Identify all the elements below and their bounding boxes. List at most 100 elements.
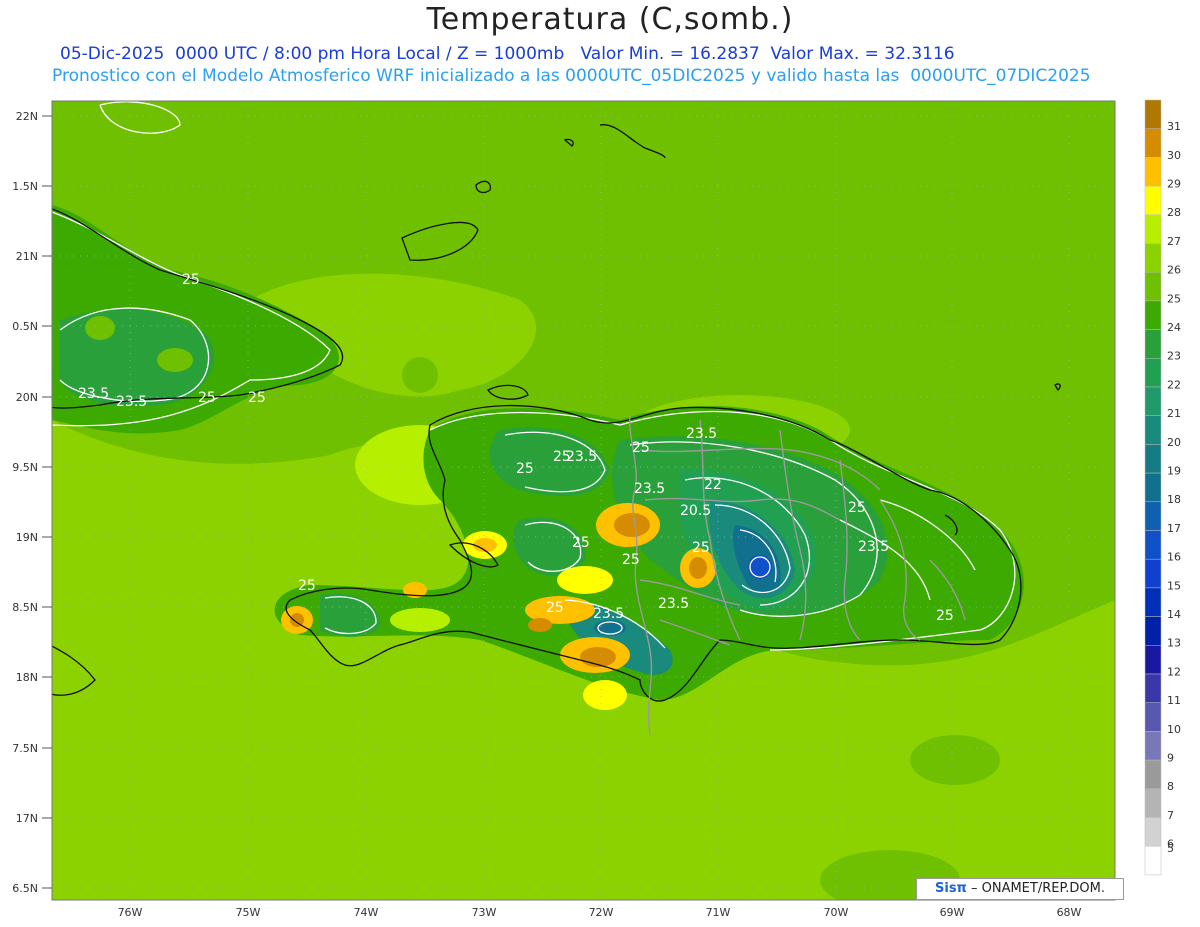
contour-label: 23.5: [116, 394, 147, 410]
colorbar-swatch: [1144, 358, 1162, 388]
colorbar-label: 11: [1167, 694, 1181, 707]
lon-label: 74W: [354, 906, 379, 919]
colorbar-swatch: [1144, 759, 1162, 790]
contour-label: 25: [298, 578, 316, 594]
contour-label: 23.5: [658, 596, 689, 612]
longitude-axis: 76W 75W 74W 73W 72W 71W 70W 69W 68W: [118, 906, 1082, 919]
lat-label: 22N: [16, 110, 38, 123]
lat-label: 17N: [16, 812, 38, 825]
colorbar-label: 12: [1167, 665, 1181, 678]
lat-ticks: [42, 115, 52, 889]
colorbar-label: 14: [1167, 608, 1181, 621]
lon-label: 69W: [940, 906, 965, 919]
colorbar-label: 10: [1167, 723, 1181, 736]
contour-label: 23.5: [634, 481, 665, 497]
contour-label: 23.5: [593, 606, 624, 622]
lon-label: 68W: [1057, 906, 1082, 919]
colorbar-label: 27: [1167, 235, 1181, 248]
lat-label: 19N: [16, 531, 38, 544]
colorbar-label: 30: [1167, 149, 1181, 162]
colorbar-label: 31: [1167, 120, 1181, 133]
colorbar-label: 22: [1167, 378, 1181, 391]
colorbar: 31 30 29 28 27 26 25 24 23 22 21 20 19 18 17 16 15 14 13 12…: [1144, 99, 1181, 876]
lon-label: 71W: [706, 906, 731, 919]
colorbar-swatch: [1144, 501, 1162, 531]
lat-label: 0.5N: [12, 320, 38, 333]
credit-text: – ONAMET/REP.DOM.: [966, 881, 1105, 896]
lat-label: 21N: [16, 250, 38, 263]
contour-label: 25: [632, 440, 650, 456]
colorbar-swatch: [1144, 300, 1162, 330]
colorbar-label: 8: [1167, 780, 1174, 793]
contour-label: 25: [572, 535, 590, 551]
contour-label: 23.5: [686, 426, 717, 442]
colorbar-label: 13: [1167, 637, 1181, 650]
contour-label: 23.5: [566, 449, 597, 465]
colorbar-label: 5: [1167, 842, 1174, 855]
contour-label: 25: [692, 540, 710, 556]
colorbar-swatch: [1144, 731, 1162, 761]
contour-label: 25: [546, 600, 564, 616]
contour-label: 25: [248, 390, 266, 406]
contour-label: 25: [622, 552, 640, 568]
colorbar-label: 18: [1167, 493, 1181, 506]
colorbar-label: 24: [1167, 321, 1181, 334]
colorbar-swatch: [1144, 845, 1162, 876]
contour-label: 25: [848, 500, 866, 516]
colorbar-swatch: [1144, 329, 1162, 359]
colorbar-swatch: [1144, 99, 1162, 129]
contour-label: 22: [704, 477, 722, 493]
colorbar-swatch: [1144, 616, 1162, 646]
lon-label: 72W: [589, 906, 614, 919]
contour-label: 23.5: [78, 386, 109, 402]
colorbar-swatch: [1144, 185, 1162, 216]
colorbar-swatch: [1144, 386, 1162, 416]
contour-label: 25: [936, 608, 954, 624]
colorbar-label: 26: [1167, 264, 1181, 277]
contour-label: 20.5: [680, 503, 711, 519]
sispi-logo: Sisπ: [935, 881, 967, 896]
colorbar-swatch: [1144, 817, 1162, 847]
colorbar-swatch: [1144, 214, 1162, 244]
lat-label: 20N: [16, 391, 38, 404]
colorbar-label: 20: [1167, 436, 1181, 449]
latitude-axis: 22N 1.5N 21N 0.5N 20N 9.5N 19N 8.5N 18N …: [12, 110, 38, 895]
lon-label: 75W: [236, 906, 261, 919]
contour-label: 23.5: [858, 539, 889, 555]
lat-label: 9.5N: [12, 461, 38, 474]
lon-label: 70W: [824, 906, 849, 919]
colorbar-swatch: [1144, 472, 1162, 503]
colorbar-swatch: [1144, 444, 1162, 474]
colorbar-label: 25: [1167, 292, 1181, 305]
colorbar-label: 9: [1167, 752, 1174, 765]
lon-label: 73W: [472, 906, 497, 919]
colorbar-label: 7: [1167, 809, 1174, 822]
lat-label: 8.5N: [12, 601, 38, 614]
contour-label: 25: [182, 272, 200, 288]
colorbar-swatch: [1144, 645, 1162, 675]
lat-label: 7.5N: [12, 742, 38, 755]
colorbar-swatch: [1144, 271, 1162, 302]
colorbar-label: 17: [1167, 522, 1181, 535]
credit-box: Sisπ – ONAMET/REP.DOM.: [916, 878, 1124, 900]
lat-label: 18N: [16, 671, 38, 684]
contour-label: 25: [516, 461, 534, 477]
colorbar-swatch: [1144, 702, 1162, 732]
colorbar-swatch: [1144, 530, 1162, 560]
colorbar-swatch: [1144, 558, 1162, 589]
colorbar-label: 23: [1167, 350, 1181, 363]
temperature-map: 25 23.5 23.5 25 25 25 23.5 25 25 23.5 23…: [12, 99, 1181, 919]
colorbar-swatch: [1144, 415, 1162, 445]
contour-label: 25: [198, 390, 216, 406]
colorbar-label: 21: [1167, 407, 1181, 420]
lon-label: 76W: [118, 906, 143, 919]
colorbar-label: 28: [1167, 206, 1181, 219]
colorbar-swatch: [1144, 128, 1162, 158]
colorbar-label: 15: [1167, 579, 1181, 592]
colorbar-swatch: [1144, 788, 1162, 818]
colorbar-swatch: [1144, 157, 1162, 187]
lat-label: 1.5N: [12, 180, 38, 193]
temperature-field: [52, 101, 1115, 900]
colorbar-swatch: [1144, 673, 1162, 703]
colorbar-swatch: [1144, 587, 1162, 617]
